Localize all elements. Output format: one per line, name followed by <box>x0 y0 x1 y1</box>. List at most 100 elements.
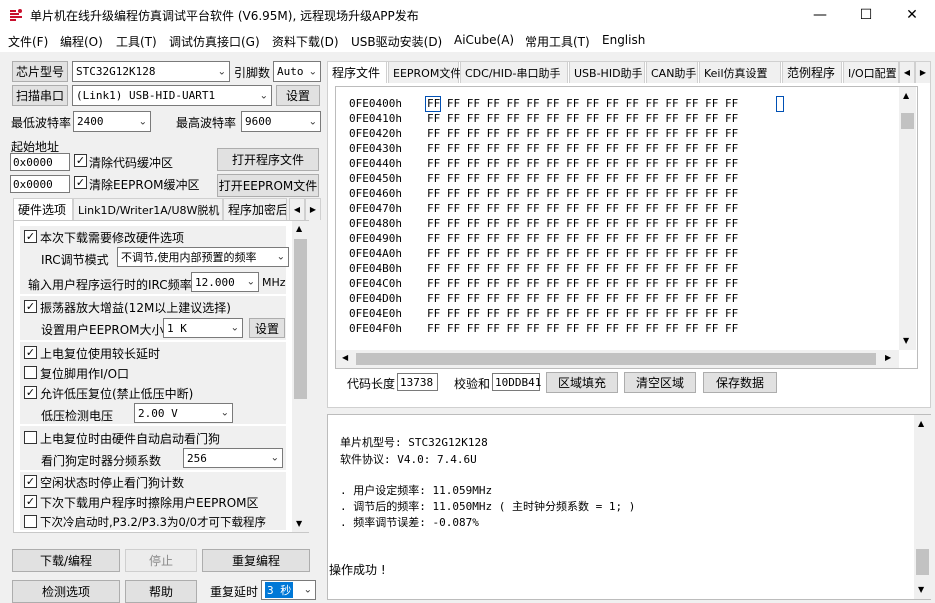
tab-keil-settings[interactable]: Keil仿真设置 <box>699 61 781 83</box>
scroll-up-icon[interactable]: ▲ <box>918 419 924 428</box>
open-eeprom-file-button[interactable]: 打开EEPROM文件 <box>217 174 319 197</box>
scroll-up-icon[interactable]: ▲ <box>296 224 302 233</box>
menu-tools[interactable]: 工具(T) <box>116 33 157 50</box>
help-button[interactable]: 帮助 <box>125 580 197 603</box>
irc-freq-select[interactable]: 12.000 ⌄ <box>191 272 259 292</box>
repeat-program-button[interactable]: 重复编程 <box>202 549 310 572</box>
maximize-button[interactable]: ☐ <box>843 0 889 30</box>
tab-scroll-left-icon[interactable]: ◀ <box>289 198 305 220</box>
tab-offline-programmer[interactable]: Link1D/Writer1A/U8W脱机 <box>73 198 223 220</box>
clear-code-checkbox[interactable]: ✓ <box>74 154 87 167</box>
repeat-delay-select[interactable]: 3 秒 ⌄ <box>261 580 316 600</box>
port-value: (Link1) USB-HID-UART1 <box>76 89 216 102</box>
hex-editor[interactable]: 0FE0400h FF FF FF FF FF FF FF FF FF FF FF… <box>335 86 918 369</box>
chip-model-select[interactable]: STC32G12K128 ⌄ <box>72 61 230 82</box>
log-line: 软件协议: V4.0: 7.4.6U <box>340 453 477 466</box>
osc-gain-checkbox[interactable]: ✓ <box>24 300 37 313</box>
lvd-reset-checkbox[interactable]: ✓ <box>24 386 37 399</box>
scroll-down-icon[interactable]: ▼ <box>918 585 924 594</box>
hex-hscrollbar[interactable]: ◀ ▶ <box>336 350 899 368</box>
options-scroll-thumb[interactable] <box>294 239 307 399</box>
modify-hw-checkbox[interactable]: ✓ <box>24 230 37 243</box>
minimize-button[interactable]: — <box>797 0 843 30</box>
tab-usb-hid-assistant[interactable]: USB-HID助手 <box>569 61 645 83</box>
left-tab-strip: 硬件选项 Link1D/Writer1A/U8W脱机 程序加密后 ◀ ▶ <box>13 198 321 220</box>
tab-eeprom-file[interactable]: EEPROM文件 <box>388 61 461 83</box>
scroll-down-icon[interactable]: ▼ <box>903 336 909 345</box>
reset-io-checkbox[interactable] <box>24 366 37 379</box>
lvd-select[interactable]: 2.00 V ⌄ <box>134 403 233 423</box>
erase-eeprom-label: 下次下载用户程序时擦除用户EEPROM区 <box>40 496 259 510</box>
eeprom-size-select[interactable]: 1 K ⌄ <box>163 318 243 338</box>
output-log[interactable]: 单片机型号: STC32G12K128 软件协议: V4.0: 7.4.6U .… <box>327 414 931 600</box>
auto-wdt-checkbox[interactable] <box>24 431 37 444</box>
max-baud-select[interactable]: 9600 ⌄ <box>241 111 321 132</box>
open-program-file-button[interactable]: 打开程序文件 <box>217 148 319 171</box>
hardware-options-panel: ✓ 本次下载需要修改硬件选项 IRC调节模式 不调节,使用内部预置的频率 ⌄ 输… <box>13 220 309 533</box>
menu-common-tools[interactable]: 常用工具(T) <box>525 33 590 50</box>
port-settings-button[interactable]: 设置 <box>276 85 320 106</box>
tab-program-file[interactable]: 程序文件 <box>327 61 387 83</box>
checksum-value: 10DDB41 <box>492 373 541 391</box>
pin-count-select[interactable]: Auto ⌄ <box>273 61 321 82</box>
scroll-left-icon[interactable]: ◀ <box>342 353 348 362</box>
menu-downloads[interactable]: 资料下载(D) <box>272 33 339 50</box>
erase-eeprom-checkbox[interactable]: ✓ <box>24 495 37 508</box>
menu-aicube[interactable]: AiCube(A) <box>454 33 514 47</box>
tab-scroll-right-icon[interactable]: ▶ <box>915 61 931 83</box>
long-reset-checkbox[interactable]: ✓ <box>24 346 37 359</box>
tab-can-assistant[interactable]: CAN助手 <box>646 61 698 83</box>
clear-eeprom-checkbox[interactable]: ✓ <box>74 176 87 189</box>
auto-wdt-label: 上电复位时由硬件自动启动看门狗 <box>40 432 221 446</box>
download-program-button[interactable]: 下载/编程 <box>12 549 120 572</box>
pin-count-value: Auto <box>277 65 304 78</box>
save-data-button[interactable]: 保存数据 <box>703 372 777 393</box>
eeprom-size-set-button[interactable]: 设置 <box>249 318 285 338</box>
port-select[interactable]: (Link1) USB-HID-UART1 ⌄ <box>72 85 272 106</box>
scroll-down-icon[interactable]: ▼ <box>296 519 302 528</box>
hex-vscrollbar[interactable]: ▲ ▼ <box>899 87 916 350</box>
log-scroll-thumb[interactable] <box>916 549 929 575</box>
menu-usb-driver[interactable]: USB驱动安装(D) <box>351 33 442 50</box>
irc-mode-select[interactable]: 不调节,使用内部预置的频率 ⌄ <box>117 247 289 267</box>
clear-region-button[interactable]: 清空区域 <box>624 372 696 393</box>
idle-wdt-checkbox[interactable]: ✓ <box>24 475 37 488</box>
long-reset-label: 上电复位使用较长延时 <box>40 347 161 361</box>
tab-program-encryption[interactable]: 程序加密后 <box>223 198 287 220</box>
tab-scroll-left-icon[interactable]: ◀ <box>899 61 915 83</box>
fill-region-button[interactable]: 区域填充 <box>546 372 618 393</box>
status-message: 操作成功 ! <box>329 563 386 577</box>
pin-count-label: 引脚数 <box>234 66 271 80</box>
wdt-div-select[interactable]: 256 ⌄ <box>183 448 283 468</box>
chevron-down-icon: ⌄ <box>308 116 317 127</box>
eeprom-size-label: 设置用户EEPROM大小 <box>41 323 164 337</box>
menu-debug-interface[interactable]: 调试仿真接口(G) <box>169 33 260 50</box>
hex-hscroll-thumb[interactable] <box>356 353 876 365</box>
chevron-down-icon: ⌄ <box>270 452 279 464</box>
min-baud-select[interactable]: 2400 ⌄ <box>73 111 151 132</box>
menu-program[interactable]: 编程(O) <box>60 33 103 50</box>
lvd-reset-label: 允许低压复位(禁止低压中断) <box>40 387 194 401</box>
scan-port-button[interactable]: 扫描串口 <box>12 85 68 106</box>
options-scrollbar[interactable]: ▲ ▼ <box>292 221 309 532</box>
log-scrollbar[interactable]: ▲ ▼ <box>914 415 931 599</box>
code-start-address-input[interactable]: 0x0000 <box>10 153 70 171</box>
stop-button[interactable]: 停止 <box>125 549 197 572</box>
tab-io-config[interactable]: I/O口配置 <box>843 61 899 83</box>
eeprom-start-address-input[interactable]: 0x0000 <box>10 175 70 193</box>
menu-english[interactable]: English <box>602 33 645 47</box>
close-button[interactable]: ✕ <box>889 0 935 30</box>
tab-example-programs[interactable]: 范例程序 <box>782 61 842 83</box>
menu-file[interactable]: 文件(F) <box>8 33 48 50</box>
log-line: . 频率调节误差: -0.087% <box>340 516 479 529</box>
scroll-up-icon[interactable]: ▲ <box>903 91 909 100</box>
tab-serial-assistant[interactable]: CDC/HID-串口助手 <box>460 61 568 83</box>
check-options-button[interactable]: 检测选项 <box>12 580 120 603</box>
tab-hardware-options[interactable]: 硬件选项 <box>13 198 73 220</box>
tab-scroll-right-icon[interactable]: ▶ <box>305 198 321 220</box>
right-tab-strip: 程序文件 EEPROM文件 CDC/HID-串口助手 USB-HID助手 CAN… <box>327 61 931 83</box>
hex-vscroll-thumb[interactable] <box>901 113 914 129</box>
cold-boot-checkbox[interactable] <box>24 515 37 528</box>
scroll-right-icon[interactable]: ▶ <box>885 353 891 362</box>
lvd-value: 2.00 V <box>138 406 178 420</box>
